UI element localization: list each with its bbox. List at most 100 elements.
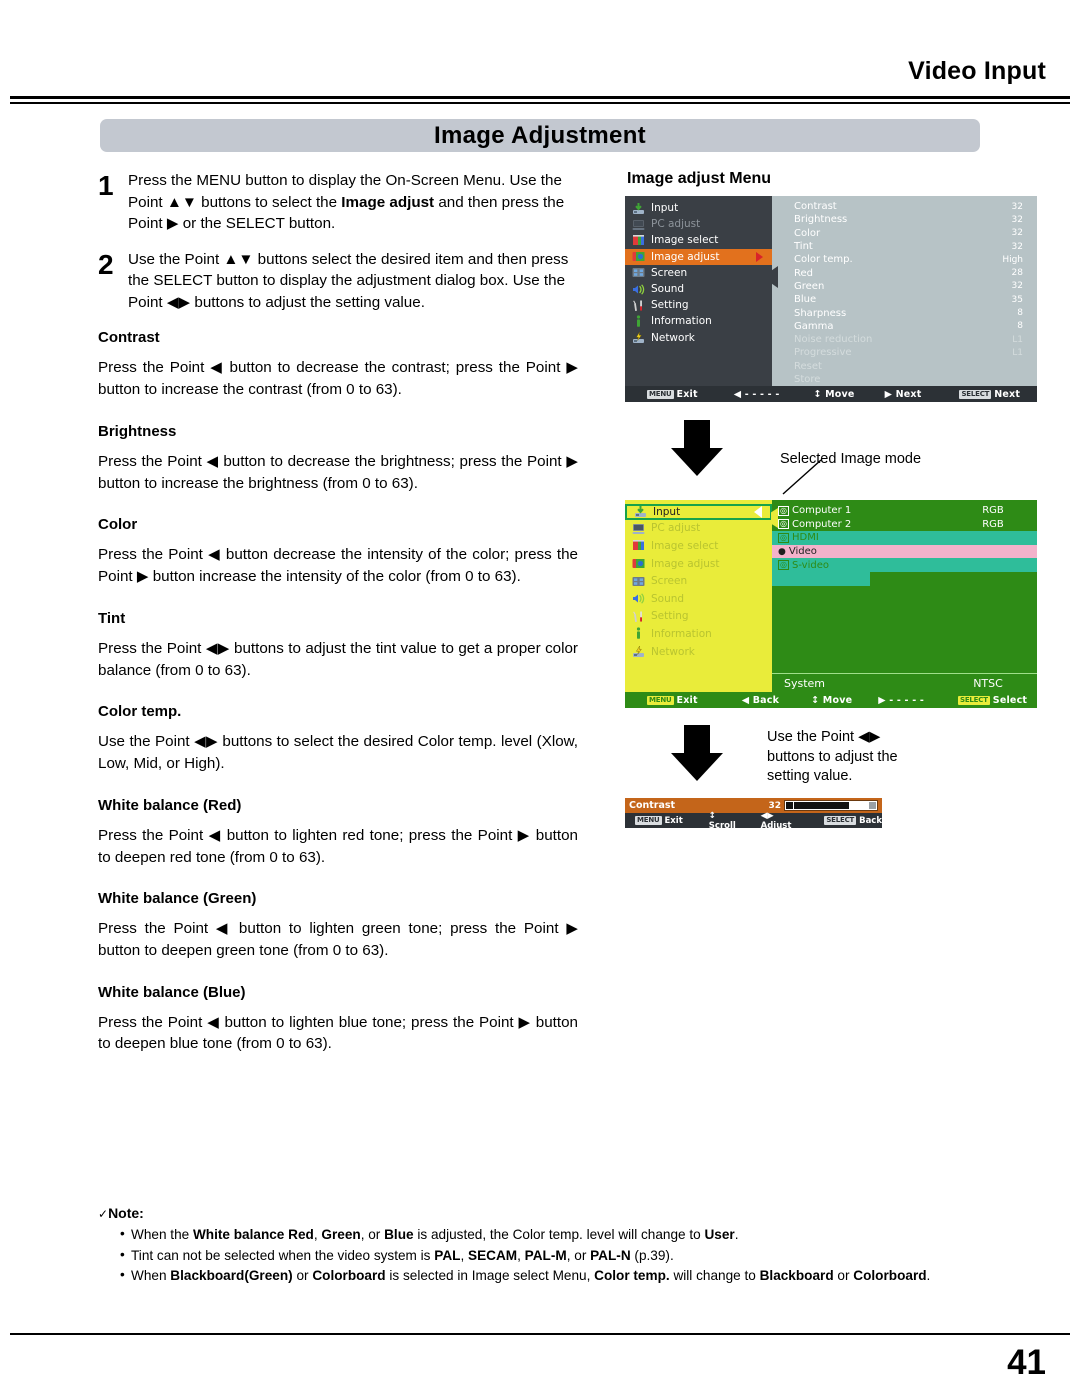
osd1-item-red[interactable]: Red 28 bbox=[772, 266, 1037, 279]
osd2-menu-image-select[interactable]: Image select bbox=[625, 537, 772, 555]
osd1-item-sharpness[interactable]: Sharpness 8 bbox=[772, 306, 1037, 319]
osd2-menu-pc-adjust[interactable]: PC adjust bbox=[625, 520, 772, 538]
osd1-item-gamma[interactable]: Gamma 8 bbox=[772, 320, 1037, 333]
osd1-menu-input[interactable]: Input bbox=[625, 200, 772, 216]
screen-icon bbox=[632, 575, 645, 588]
osd1-item-reset[interactable]: Reset bbox=[772, 360, 1037, 373]
radio-icon: ◎ bbox=[778, 532, 789, 543]
osd2-input-computer-[interactable]: ◎ Computer 1 RGB bbox=[772, 504, 1037, 518]
osd1-item-label: Noise reduction bbox=[794, 334, 873, 346]
osd1-item-blue[interactable]: Blue 35 bbox=[772, 293, 1037, 306]
osd2-menu-input[interactable]: Input bbox=[625, 504, 772, 520]
key-badge-menu: MENU bbox=[647, 695, 674, 705]
radio-icon: ◎ bbox=[778, 519, 789, 530]
key-badge-select: SELECT bbox=[824, 816, 857, 825]
slider-left-knob bbox=[786, 802, 793, 809]
osd2-sidebar[interactable]: Input PC adjust Image select Image adjus… bbox=[625, 500, 772, 692]
status-cell: MENU Exit bbox=[635, 816, 683, 826]
osd2-menu-screen[interactable]: Screen bbox=[625, 572, 772, 590]
osd1-menu-label: Image adjust bbox=[651, 250, 720, 263]
heading-contrast: Contrast bbox=[98, 329, 160, 347]
osd1-menu-sound[interactable]: Sound bbox=[625, 281, 772, 297]
osd2-system-row: System NTSC bbox=[772, 673, 1037, 692]
osd1-item-label: Reset bbox=[794, 360, 822, 372]
osd1-status-bar: MENU Exit ◀ - - - - - ↕ Move ▶ Next SELE… bbox=[625, 386, 1037, 402]
osd1-item-value: High bbox=[1002, 254, 1023, 265]
pc-adjust-icon bbox=[632, 522, 645, 535]
osd1-item-label: Sharpness bbox=[794, 307, 847, 319]
note-item: Tint can not be selected when the video … bbox=[120, 1245, 988, 1267]
osd2-menu-label: Network bbox=[651, 645, 695, 658]
osd1-item-green[interactable]: Green 32 bbox=[772, 280, 1037, 293]
step-number: 1 bbox=[98, 170, 114, 201]
osd1-item-color[interactable]: Color 32 bbox=[772, 227, 1037, 240]
key-badge-select: SELECT bbox=[959, 389, 992, 399]
osd2-menu-network[interactable]: Network bbox=[625, 643, 772, 661]
desc-brightness: Press the Point ◀ button to decrease the… bbox=[98, 452, 578, 492]
osd1-menu-pc-adjust[interactable]: PC adjust bbox=[625, 216, 772, 232]
key-badge-select: SELECT bbox=[958, 695, 990, 705]
osd2-input-s-video[interactable]: ◎ S-video bbox=[772, 558, 1037, 572]
status-cell: ◀ Back bbox=[742, 695, 779, 706]
osd1-menu-screen[interactable]: Screen bbox=[625, 265, 772, 281]
status-label: ↕ Move bbox=[813, 388, 855, 400]
osd1-item-color-temp[interactable]: Color temp. High bbox=[772, 253, 1037, 266]
check-icon: ✓ bbox=[98, 1207, 109, 1221]
osd1-item-value: L1 bbox=[1012, 347, 1023, 358]
note-items: When the White balance Red, Green, or Bl… bbox=[98, 1224, 988, 1287]
osd1-menu-image-adjust[interactable]: Image adjust bbox=[625, 248, 772, 265]
osd1-item-progressive[interactable]: Progressive L1 bbox=[772, 346, 1037, 359]
osd2-input-hdmi[interactable]: ◎ HDMI bbox=[772, 531, 1037, 545]
radio-selected-icon: ● bbox=[778, 546, 786, 557]
pc-adjust-icon bbox=[632, 218, 645, 231]
status-cell: MENU Exit bbox=[647, 695, 698, 706]
osd1-sidebar[interactable]: Input PC adjust Image select Image adjus… bbox=[625, 196, 772, 386]
osd2-input-computer-[interactable]: ◎ Computer 2 RGB bbox=[772, 518, 1037, 532]
osd2-menu-image-adjust[interactable]: Image adjust bbox=[625, 555, 772, 573]
osd1-item-value: 32 bbox=[1011, 281, 1023, 292]
contrast-dialog-row[interactable]: Contrast 32 bbox=[625, 798, 882, 813]
osd1-menu-network[interactable]: Network bbox=[625, 330, 772, 346]
information-icon bbox=[632, 315, 645, 328]
osd2-input-label: HDMI bbox=[791, 532, 819, 544]
osd1-item-noise-reduction[interactable]: Noise reduction L1 bbox=[772, 333, 1037, 346]
osd2-menu-label: Screen bbox=[651, 575, 688, 588]
status-label: Exit bbox=[676, 388, 698, 400]
osd2-system-label: System bbox=[784, 676, 826, 690]
heading-white-balance-blue: White balance (Blue) bbox=[98, 983, 246, 1001]
osd1-menu-information[interactable]: Information bbox=[625, 313, 772, 329]
osd2-menu-label: PC adjust bbox=[651, 522, 701, 535]
osd2-input-video[interactable]: ● Video bbox=[772, 544, 1037, 559]
network-icon bbox=[632, 645, 645, 658]
step-number: 2 bbox=[98, 248, 114, 280]
contrast-slider[interactable] bbox=[784, 800, 878, 811]
heading-white-balance-red: White balance (Red) bbox=[98, 796, 242, 814]
osd1-item-store[interactable]: Store bbox=[772, 373, 1037, 386]
osd1-menu-setting[interactable]: Setting bbox=[625, 297, 772, 313]
osd1-item-list[interactable]: Contrast 32 Brightness 32 Color 32 Tint … bbox=[772, 196, 1037, 386]
status-cell: MENU Exit bbox=[647, 389, 698, 400]
osd1-item-value: 32 bbox=[1011, 214, 1023, 225]
osd1-item-tint[interactable]: Tint 32 bbox=[772, 240, 1037, 253]
osd1-item-brightness[interactable]: Brightness 32 bbox=[772, 213, 1037, 226]
osd2-input-label: Computer 1 bbox=[791, 505, 852, 517]
osd1-menu-label: Network bbox=[651, 331, 695, 344]
contrast-dialog-label: Contrast bbox=[629, 800, 676, 811]
osd-contrast-dialog: Contrast 32 MENU Exit ↕ Scroll ◀▶ Adjust… bbox=[625, 798, 882, 831]
note-block: ✓Note: When the White balance Red, Green… bbox=[98, 1205, 988, 1287]
osd1-item-contrast[interactable]: Contrast 32 bbox=[772, 200, 1037, 213]
manual-page: Video Input Image Adjustment 1 Press the… bbox=[0, 0, 1080, 1397]
osd1-item-label: Store bbox=[794, 374, 821, 385]
status-cell: SELECT Back bbox=[824, 816, 882, 826]
sound-icon bbox=[632, 592, 645, 605]
setting-icon bbox=[632, 610, 645, 623]
osd2-menu-sound[interactable]: Sound bbox=[625, 590, 772, 608]
osd1-menu-image-select[interactable]: Image select bbox=[625, 232, 772, 248]
osd2-item-list[interactable]: ◎ Computer 1 RGB ◎ Computer 2 RGB ◎ HDMI ● V… bbox=[772, 500, 1037, 692]
step-text: Press the MENU button to display the On-… bbox=[128, 172, 565, 233]
osd2-menu-setting[interactable]: Setting bbox=[625, 608, 772, 626]
osd1-menu-label: Setting bbox=[651, 299, 689, 312]
osd2-menu-label: Sound bbox=[651, 592, 685, 605]
desc-tint: Press the Point ◀▶ buttons to adjust the… bbox=[98, 639, 578, 679]
osd2-menu-information[interactable]: Information bbox=[625, 625, 772, 643]
